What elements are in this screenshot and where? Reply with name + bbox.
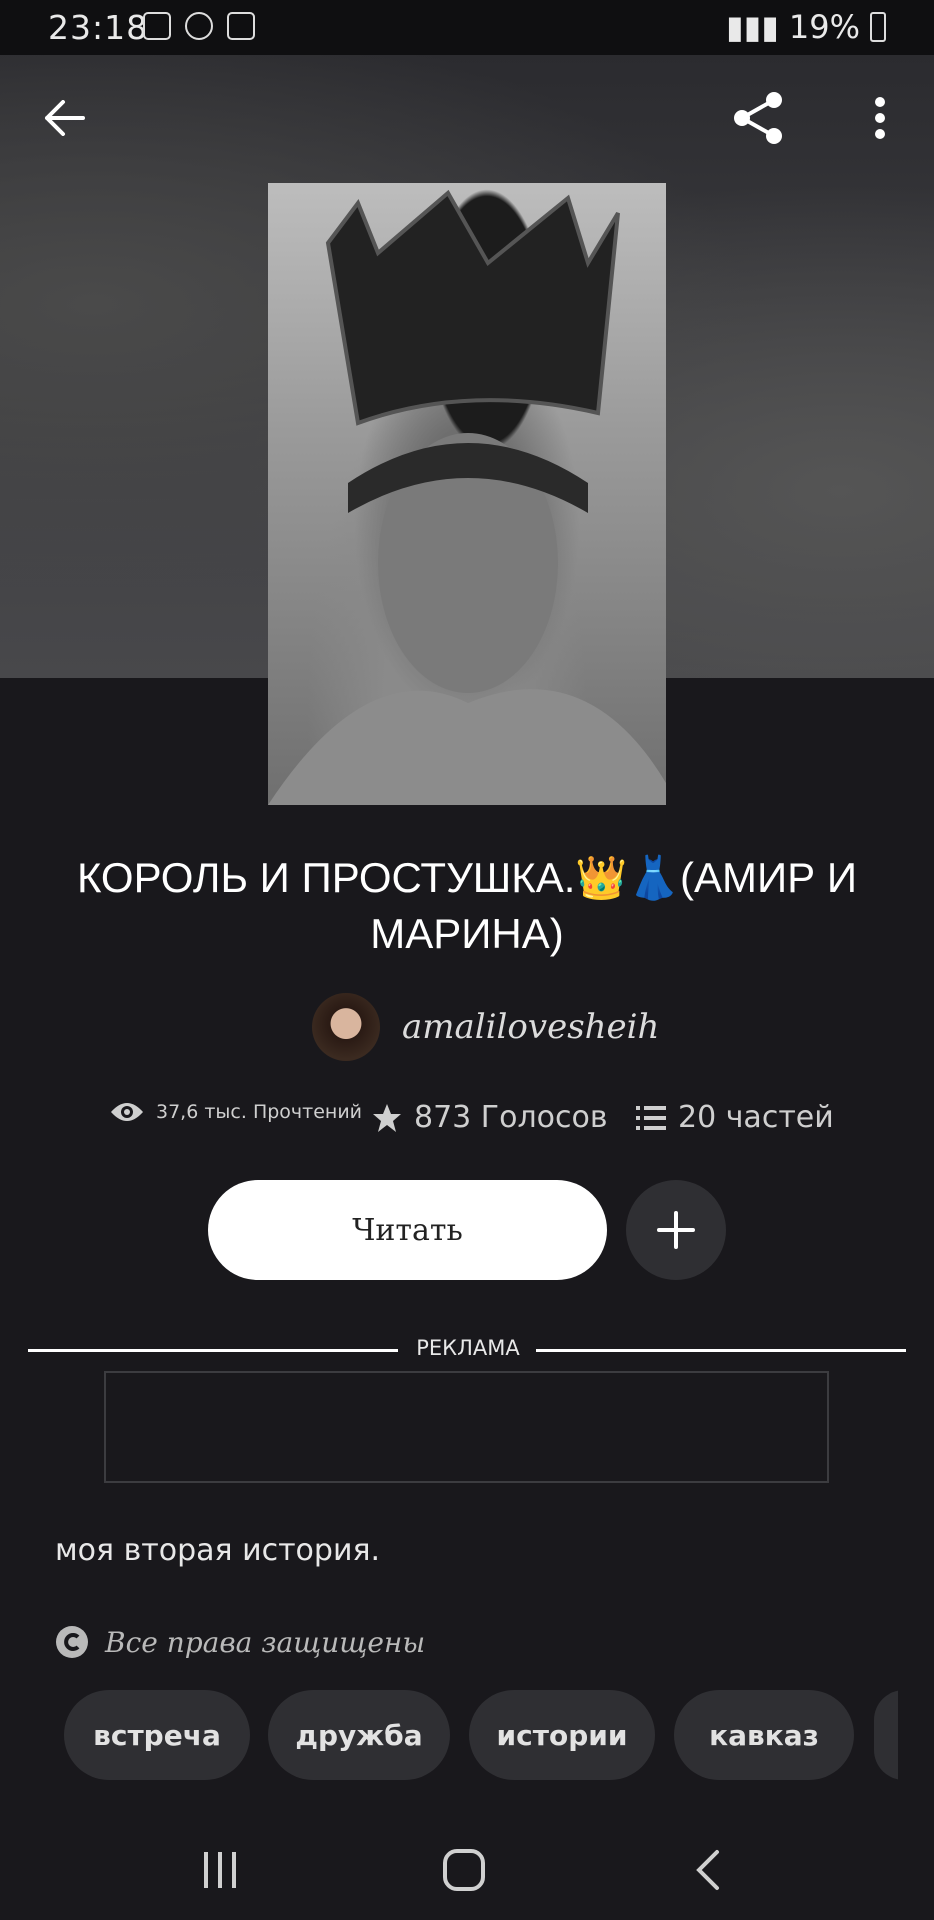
reads-count: 37,6 тыс. Прочтений	[156, 1101, 363, 1123]
more-vertical-icon	[875, 97, 885, 139]
tag-chip[interactable]: кавказ	[674, 1690, 854, 1780]
cover-illustration	[268, 189, 666, 805]
status-bar: 23:18 ▮▮▮ 19%	[0, 0, 934, 55]
recent-apps-button[interactable]	[180, 1840, 260, 1900]
add-to-library-button[interactable]	[626, 1180, 726, 1280]
stat-parts[interactable]: 20 частей	[636, 1100, 834, 1135]
copyright-text: Все права защищены	[105, 1625, 426, 1659]
status-time: 23:18	[48, 8, 149, 47]
story-cover-image[interactable]	[268, 183, 666, 805]
battery-icon	[870, 12, 886, 42]
tags-row: встреча дружба истории кавказ	[64, 1690, 898, 1782]
author-link[interactable]: amalilovesheih	[312, 993, 659, 1061]
battery-percent: 19%	[788, 8, 860, 46]
ad-label: РЕКЛАМА	[416, 1336, 520, 1360]
system-nav-bar	[0, 1810, 934, 1920]
ad-divider-left	[28, 1349, 398, 1352]
recent-apps-icon	[204, 1852, 236, 1888]
ad-slot[interactable]	[104, 1371, 829, 1483]
eye-icon	[111, 1103, 143, 1121]
back-button[interactable]	[34, 88, 94, 148]
tag-chip[interactable]: встреча	[64, 1690, 250, 1780]
wifi-notification-icon	[227, 12, 255, 40]
story-stats: 37,6 тыс. Прочтений 873 Голосов 20 часте…	[110, 1100, 840, 1150]
chevron-left-icon	[696, 1850, 719, 1890]
signal-icon: ▮▮▮	[726, 8, 779, 46]
copyright-icon	[56, 1626, 88, 1658]
parts-count: 20 частей	[678, 1100, 834, 1135]
tag-chip-partial[interactable]	[874, 1690, 898, 1780]
stat-reads: 37,6 тыс. Прочтений	[110, 1100, 362, 1124]
status-right: ▮▮▮ 19%	[726, 8, 886, 46]
home-button[interactable]	[424, 1840, 504, 1900]
home-icon	[443, 1849, 485, 1891]
share-button[interactable]	[728, 88, 788, 148]
tag-chip[interactable]: дружба	[268, 1690, 450, 1780]
ad-divider-right	[536, 1349, 906, 1352]
tag-chip[interactable]: истории	[469, 1690, 655, 1780]
image-notification-icon	[143, 12, 171, 40]
more-button[interactable]	[850, 88, 910, 148]
story-title: КОРОЛЬ И ПРОСТУШКА.👑👗(АМИР И МАРИНА)	[76, 854, 858, 957]
star-icon	[373, 1103, 401, 1132]
author-name[interactable]: amalilovesheih	[402, 1007, 659, 1047]
arrow-left-icon	[45, 100, 85, 136]
copyright-notice: Все права защищены	[55, 1625, 425, 1659]
list-icon	[636, 1105, 666, 1130]
status-notification-icons	[143, 12, 255, 40]
avatar[interactable]	[312, 993, 380, 1061]
stat-votes: 873 Голосов	[372, 1100, 608, 1135]
read-button[interactable]: Читать	[208, 1180, 607, 1280]
share-icon	[734, 92, 782, 144]
plus-icon	[657, 1211, 695, 1249]
system-back-button[interactable]	[668, 1840, 748, 1900]
story-description: моя вторая история.	[55, 1533, 381, 1568]
download-notification-icon	[185, 12, 213, 40]
votes-count: 873 Голосов	[414, 1100, 608, 1135]
